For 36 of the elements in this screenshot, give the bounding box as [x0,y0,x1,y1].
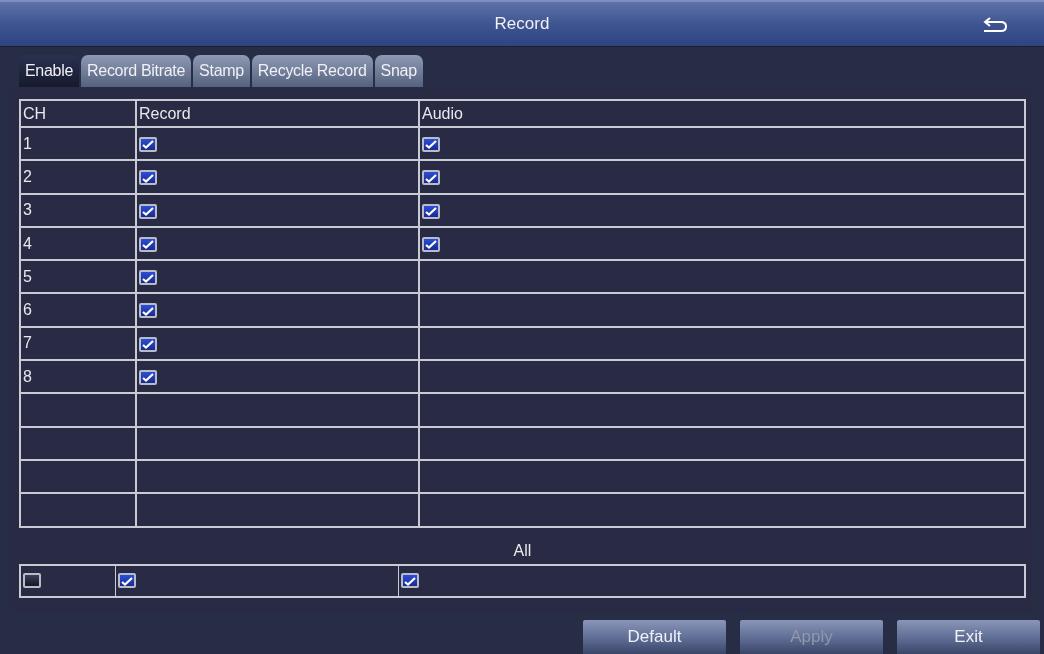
button[interactable]: Default [583,620,726,654]
channel-number: 7 [20,326,136,361]
tab[interactable]: Snap [374,55,423,87]
window-title: Record [494,14,550,34]
channel-number: 6 [20,293,136,327]
checkbox[interactable] [401,573,419,589]
checkbox[interactable] [139,203,157,219]
button[interactable]: Exit [897,620,1040,654]
tab[interactable]: Recycle Record [251,55,373,87]
column-header: Record [136,100,419,127]
checkbox[interactable] [139,303,157,319]
checkbox[interactable] [139,136,157,152]
checkbox[interactable] [139,170,157,186]
tab[interactable]: Stamp [193,55,250,87]
channel-number: 4 [20,226,136,261]
channel-number: 1 [20,127,136,161]
checkbox[interactable] [422,136,440,152]
checkbox[interactable] [422,170,440,186]
channel-number: 8 [20,360,136,394]
checkbox[interactable] [23,573,41,589]
column-header: CH [20,100,136,127]
all-label: All [512,541,533,560]
tab[interactable]: Enable [19,55,80,87]
checkbox[interactable] [118,573,136,589]
back-icon[interactable] [982,17,1008,33]
channel-number: 3 [20,193,136,227]
checkbox[interactable] [139,270,157,286]
tab[interactable]: Record Bitrate [81,55,192,87]
checkbox[interactable] [139,336,157,352]
checkbox[interactable] [422,203,440,219]
channel-number: 2 [20,160,136,194]
channel-number: 5 [20,260,136,294]
checkbox[interactable] [422,236,440,252]
checkbox[interactable] [139,236,157,252]
column-header: Audio [419,100,1025,127]
checkbox[interactable] [139,370,157,385]
